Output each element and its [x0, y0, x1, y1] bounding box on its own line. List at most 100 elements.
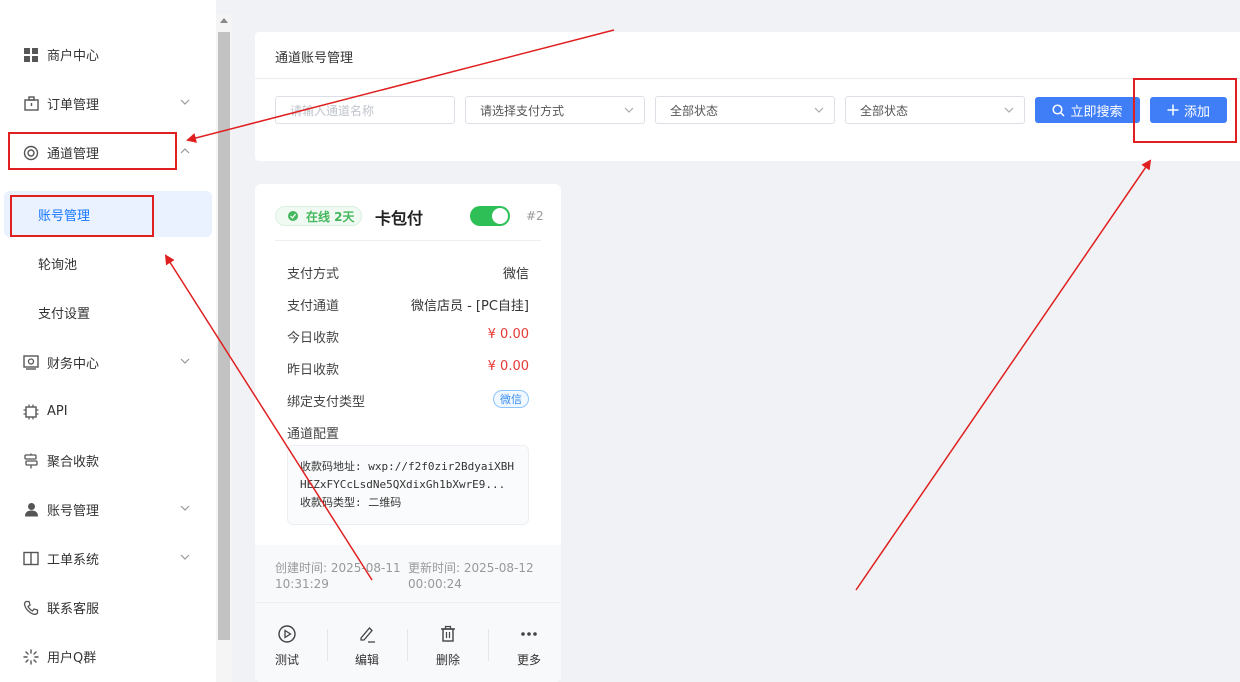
chevron-down-icon [180, 99, 190, 105]
play-circle-icon [278, 625, 296, 643]
sidebar-item-orders[interactable]: 订单管理 [0, 79, 216, 128]
chevron-down-icon [180, 505, 190, 511]
sidebar-item-finance[interactable]: 财务中心 [0, 338, 216, 387]
created-time: 创建时间: 2025-08-11 10:31:29 [275, 560, 405, 592]
briefcase-icon [22, 95, 40, 113]
qr-url-label: 收款码地址: [300, 460, 362, 473]
yesterday-income-label: 昨日收款 [287, 363, 340, 378]
divider [407, 629, 408, 661]
chevron-down-icon [180, 358, 190, 364]
chevron-down-icon [814, 107, 824, 113]
sidebar-item-contact-support[interactable]: 联系客服 [0, 583, 216, 632]
today-income-label: 今日收款 [287, 331, 340, 346]
more-button[interactable]: 更多 [499, 624, 559, 668]
sidebar-item-tickets[interactable]: 工单系统 [0, 534, 216, 583]
channel-label: 支付通道 [287, 299, 340, 314]
trash-icon [441, 625, 455, 642]
channel-name-input[interactable]: 请输入通道名称 [275, 96, 455, 124]
divider [255, 78, 1240, 79]
updated-time: 更新时间: 2025-08-12 00:00:24 [408, 560, 538, 592]
sidebar-item-label: 财务中心 [47, 357, 100, 372]
sidebar-item-aggregate-payment[interactable]: 聚合收款 [0, 436, 216, 485]
qr-type-value: 二维码 [368, 496, 402, 509]
channel-value: 微信店员 - [PC自挂] [410, 299, 529, 314]
signpost-icon [22, 452, 40, 470]
grid-icon [22, 46, 40, 64]
status-badge-text: 在线 2天 [306, 209, 355, 224]
qr-type-label: 收款码类型: [300, 496, 362, 509]
scrollbar-thumb[interactable] [218, 32, 230, 640]
page-title: 通道账号管理 [275, 51, 354, 66]
sidebar-subitem-polling-pool[interactable]: 轮询池 [0, 240, 216, 286]
sidebar-item-user-group[interactable]: 用户Q群 [0, 632, 216, 681]
pay-method-label: 支付方式 [287, 267, 340, 282]
channel-name-placeholder: 请输入通道名称 [290, 103, 375, 118]
updated-label: 更新时间: [408, 561, 461, 575]
annotation-box-add-button [1133, 78, 1237, 143]
sidebar-subitem-label: 支付设置 [38, 306, 91, 322]
chevron-down-icon [1004, 107, 1014, 113]
sidebar-item-merchant-center[interactable]: 商户中心 [0, 30, 216, 79]
phone-icon [22, 599, 40, 617]
book-icon [22, 550, 40, 568]
channel-config-box: 收款码地址: wxp://f2f0zir2BdyaiXBHHEZxFYCcLsd… [287, 445, 529, 525]
search-button-label: 立即搜索 [1070, 104, 1123, 120]
sidebar-item-label: 联系客服 [47, 602, 100, 617]
bind-pay-type-label: 绑定支付类型 [287, 395, 366, 410]
pay-method-placeholder: 请选择支付方式 [480, 103, 565, 118]
qr-url-line: 收款码地址: wxp://f2f0zir2BdyaiXBHHEZxFYCcLsd… [300, 458, 516, 494]
pay-method-value: 微信 [502, 267, 529, 282]
sidebar-item-label: 用户Q群 [47, 651, 97, 666]
divider [327, 629, 328, 661]
sidebar-item-api[interactable]: API [0, 387, 216, 436]
scroll-up-arrow-icon[interactable] [220, 18, 228, 23]
card-title: 卡包付 [375, 209, 424, 228]
status-select-value: 全部状态 [670, 103, 719, 118]
pay-method-select[interactable]: 请选择支付方式 [465, 96, 645, 124]
channel-account-card: 在线 2天 卡包付 #2 支付方式 微信 支付通道 微信店员 - [PC自挂] … [255, 184, 561, 682]
sidebar-item-label: 工单系统 [47, 553, 100, 568]
chevron-down-icon [624, 107, 634, 113]
chevron-up-icon [180, 148, 190, 154]
sidebar: 商户中心 订单管理 通道管理 账号管理 轮询池 支付设置 财务中心 API 聚合… [0, 0, 216, 682]
created-label: 创建时间: [275, 561, 328, 575]
divider [488, 629, 489, 661]
delete-button[interactable]: 删除 [418, 624, 478, 668]
card-id: #2 [526, 209, 544, 223]
search-button[interactable]: 立即搜索 [1035, 97, 1140, 123]
annotation-box-channel-menu [8, 132, 177, 170]
edit-button-label: 编辑 [354, 653, 379, 667]
chip-icon [22, 403, 40, 421]
yesterday-income-value: ¥ 0.00 [487, 359, 529, 374]
sidebar-subitem-pay-settings[interactable]: 支付设置 [0, 289, 216, 335]
sidebar-subitem-label: 轮询池 [38, 257, 78, 273]
status-select-value: 全部状态 [860, 103, 909, 118]
divider [255, 602, 561, 603]
status-select-2[interactable]: 全部状态 [845, 96, 1025, 124]
toggle-knob [492, 208, 508, 224]
more-button-label: 更多 [516, 653, 541, 667]
test-button[interactable]: 测试 [257, 624, 317, 668]
divider [275, 240, 541, 241]
qr-type-line: 收款码类型: 二维码 [300, 494, 516, 512]
annotation-box-account-submenu [10, 195, 154, 237]
test-button-label: 测试 [274, 653, 299, 667]
sidebar-item-label: 聚合收款 [47, 455, 100, 470]
wallet-icon [22, 354, 40, 372]
sidebar-item-account[interactable]: 账号管理 [0, 485, 216, 534]
check-circle-icon [288, 211, 298, 221]
bind-pay-type-tag: 微信 [493, 390, 529, 408]
pen-icon [360, 627, 375, 643]
annotation-arrow-to-add-button [855, 159, 1152, 591]
status-badge: 在线 2天 [275, 206, 362, 226]
sidebar-item-label: API [47, 404, 68, 419]
sidebar-item-label: 账号管理 [47, 504, 100, 519]
edit-button[interactable]: 编辑 [337, 624, 397, 668]
filter-panel: 通道账号管理 请输入通道名称 请选择支付方式 全部状态 全部状态 立即搜索 添加 [255, 32, 1240, 161]
user-icon [22, 501, 40, 519]
chevron-down-icon [180, 554, 190, 560]
sidebar-scrollbar[interactable] [216, 14, 232, 682]
status-select-1[interactable]: 全部状态 [655, 96, 835, 124]
search-icon [1052, 103, 1066, 117]
enable-toggle[interactable] [470, 206, 510, 226]
